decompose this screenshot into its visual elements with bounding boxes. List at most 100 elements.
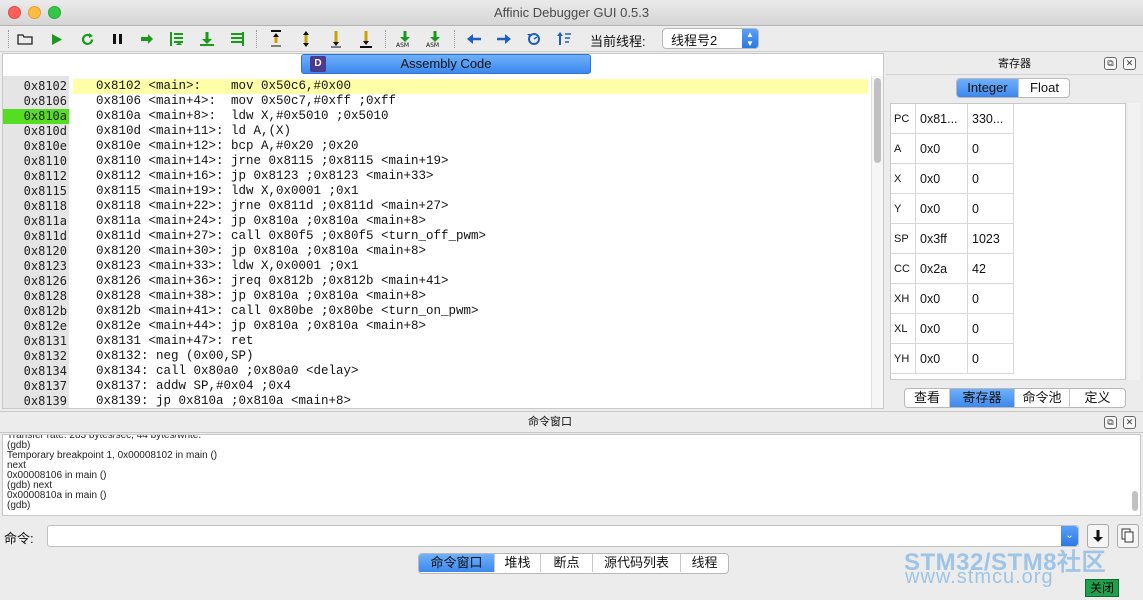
- address-cell[interactable]: 0x8123: [3, 259, 69, 274]
- address-cell[interactable]: 0x8132: [3, 349, 69, 364]
- register-row[interactable]: SP 0x3ff 1023: [891, 224, 1125, 254]
- thread-select[interactable]: 线程号2 ▲ ▼: [662, 28, 759, 49]
- address-cell[interactable]: 0x8137: [3, 379, 69, 394]
- address-cell[interactable]: 0x8128: [3, 289, 69, 304]
- command-window-tab-4[interactable]: 线程: [681, 554, 728, 572]
- assembly-line[interactable]: 0x8132: neg (0x00,SP): [73, 349, 868, 364]
- stack-up-icon[interactable]: [265, 29, 287, 49]
- register-panel-tab-1[interactable]: 寄存器: [950, 389, 1015, 407]
- assembly-line[interactable]: 0x8112 <main+16>: jp 0x8123 ;0x8123 <mai…: [73, 169, 868, 184]
- register-scrollbar[interactable]: [1128, 103, 1140, 380]
- step-in-icon[interactable]: [166, 29, 188, 49]
- svg-text:ASM: ASM: [426, 42, 439, 48]
- address-cell[interactable]: 0x8120: [3, 244, 69, 259]
- run-icon[interactable]: [46, 29, 68, 49]
- assembly-line[interactable]: 0x810a <main+8>: ldw X,#0x5010 ;0x5010: [73, 109, 868, 124]
- assembly-line[interactable]: 0x8120 <main+30>: jp 0x810a ;0x810a <mai…: [73, 244, 868, 259]
- assembly-line[interactable]: 0x8131 <main+47>: ret: [73, 334, 868, 349]
- command-window-tab-2[interactable]: 断点: [541, 554, 593, 572]
- address-cell[interactable]: 0x8126: [3, 274, 69, 289]
- assembly-line[interactable]: 0x8115 <main+19>: ldw X,0x0001 ;0x1: [73, 184, 868, 199]
- register-panel-tab-3[interactable]: 定义: [1070, 389, 1125, 407]
- assembly-line[interactable]: 0x8102 <main>: mov 0x50c6,#0x00: [73, 79, 868, 94]
- address-cell[interactable]: 0x810e: [3, 139, 69, 154]
- assembly-line[interactable]: 0x8137: addw SP,#0x04 ;0x4: [73, 379, 868, 394]
- float-panel-icon[interactable]: ⧉: [1104, 416, 1117, 429]
- back-icon[interactable]: [463, 29, 485, 49]
- register-panel-tab-2[interactable]: 命令池: [1015, 389, 1070, 407]
- breakpoint-icon[interactable]: [355, 29, 377, 49]
- stack-down-icon[interactable]: [295, 29, 317, 49]
- command-output-scrollbar-thumb[interactable]: [1132, 491, 1138, 511]
- assembly-scrollbar-thumb[interactable]: [874, 78, 881, 163]
- assembly-header[interactable]: D Assembly Code: [301, 54, 591, 74]
- assembly-line[interactable]: 0x8123 <main+33>: ldw X,0x0001 ;0x1: [73, 259, 868, 274]
- pause-icon[interactable]: [106, 29, 128, 49]
- assembly-line[interactable]: 0x810e <main+12>: bcp A,#0x20 ;0x20: [73, 139, 868, 154]
- float-panel-icon[interactable]: ⧉: [1104, 57, 1117, 70]
- register-row[interactable]: CC 0x2a 42: [891, 254, 1125, 284]
- refresh-icon[interactable]: [523, 29, 545, 49]
- assembly-scrollbar[interactable]: [871, 76, 883, 408]
- assembly-line[interactable]: 0x810d <main+11>: ld A,(X): [73, 124, 868, 139]
- address-cell[interactable]: 0x810d: [3, 124, 69, 139]
- address-cell[interactable]: 0x8139: [3, 394, 69, 409]
- assembly-line[interactable]: 0x812e <main+44>: jp 0x810a ;0x810a <mai…: [73, 319, 868, 334]
- command-window-tab-1[interactable]: 堆栈: [495, 554, 541, 572]
- step-over-icon[interactable]: [136, 29, 158, 49]
- register-panel-tab-0[interactable]: 查看: [905, 389, 950, 407]
- register-dec: 42: [968, 254, 1014, 284]
- asm-step-in-icon[interactable]: ASM: [424, 29, 446, 49]
- address-cell[interactable]: 0x8102: [3, 79, 69, 94]
- register-row[interactable]: YH 0x0 0: [891, 344, 1125, 374]
- assembly-line[interactable]: 0x8128 <main+38>: jp 0x810a ;0x810a <mai…: [73, 289, 868, 304]
- copy-button[interactable]: [1117, 524, 1139, 548]
- open-icon[interactable]: [14, 29, 36, 49]
- address-cell[interactable]: 0x8112: [3, 169, 69, 184]
- register-dec: 1023: [968, 224, 1014, 254]
- register-row[interactable]: A 0x0 0: [891, 134, 1125, 164]
- address-cell[interactable]: 0x8110: [3, 154, 69, 169]
- address-cell[interactable]: 0x8115: [3, 184, 69, 199]
- assembly-line[interactable]: 0x8126 <main+36>: jreq 0x812b ;0x812b <m…: [73, 274, 868, 289]
- register-row[interactable]: X 0x0 0: [891, 164, 1125, 194]
- sort-icon[interactable]: [553, 29, 575, 49]
- assembly-line[interactable]: 0x8118 <main+22>: jrne 0x811d ;0x811d <m…: [73, 199, 868, 214]
- assembly-line[interactable]: 0x8139: jp 0x810a ;0x810a <main+8>: [73, 394, 868, 409]
- mode-float-button[interactable]: Float: [1018, 79, 1069, 97]
- address-cell[interactable]: 0x8131: [3, 334, 69, 349]
- assembly-line[interactable]: 0x812b <main+41>: call 0x80be ;0x80be <t…: [73, 304, 868, 319]
- step-line-icon[interactable]: [226, 29, 248, 49]
- assembly-line[interactable]: 0x8106 <main+4>: mov 0x50c7,#0xff ;0xff: [73, 94, 868, 109]
- assembly-line[interactable]: 0x8134: call 0x80a0 ;0x80a0 <delay>: [73, 364, 868, 379]
- register-row[interactable]: PC 0x81... 330...: [891, 104, 1125, 134]
- step-out-icon[interactable]: [196, 29, 218, 49]
- close-panel-icon[interactable]: ✕: [1123, 416, 1136, 429]
- address-cell[interactable]: 0x811a: [3, 214, 69, 229]
- register-row[interactable]: XH 0x0 0: [891, 284, 1125, 314]
- register-row[interactable]: XL 0x0 0: [891, 314, 1125, 344]
- address-cell[interactable]: 0x812b: [3, 304, 69, 319]
- watch-icon[interactable]: [325, 29, 347, 49]
- mode-integer-button[interactable]: Integer: [957, 79, 1018, 97]
- close-button[interactable]: 关闭: [1085, 579, 1119, 597]
- assembly-line[interactable]: 0x8110 <main+14>: jrne 0x8115 ;0x8115 <m…: [73, 154, 868, 169]
- forward-icon[interactable]: [493, 29, 515, 49]
- assembly-line[interactable]: 0x811d <main+27>: call 0x80f5 ;0x80f5 <t…: [73, 229, 868, 244]
- address-cell[interactable]: 0x812e: [3, 319, 69, 334]
- address-cell[interactable]: 0x8134: [3, 364, 69, 379]
- register-row[interactable]: Y 0x0 0: [891, 194, 1125, 224]
- address-cell[interactable]: 0x811d: [3, 229, 69, 244]
- asm-step-icon[interactable]: ASM: [394, 29, 416, 49]
- watermark-url: www.stmcu.org: [905, 566, 1054, 588]
- restart-icon[interactable]: [76, 29, 98, 49]
- close-panel-icon[interactable]: ✕: [1123, 57, 1136, 70]
- assembly-line[interactable]: 0x811a <main+24>: jp 0x810a ;0x810a <mai…: [73, 214, 868, 229]
- address-cell[interactable]: 0x8106: [3, 94, 69, 109]
- address-cell[interactable]: 0x810a: [3, 109, 69, 124]
- address-cell[interactable]: 0x8118: [3, 199, 69, 214]
- command-window-tab-3[interactable]: 源代码列表: [593, 554, 681, 572]
- command-window-tab-0[interactable]: 命令窗口: [419, 554, 495, 572]
- command-output-scrollbar[interactable]: [1129, 435, 1140, 515]
- register-dec: 0: [968, 314, 1014, 344]
